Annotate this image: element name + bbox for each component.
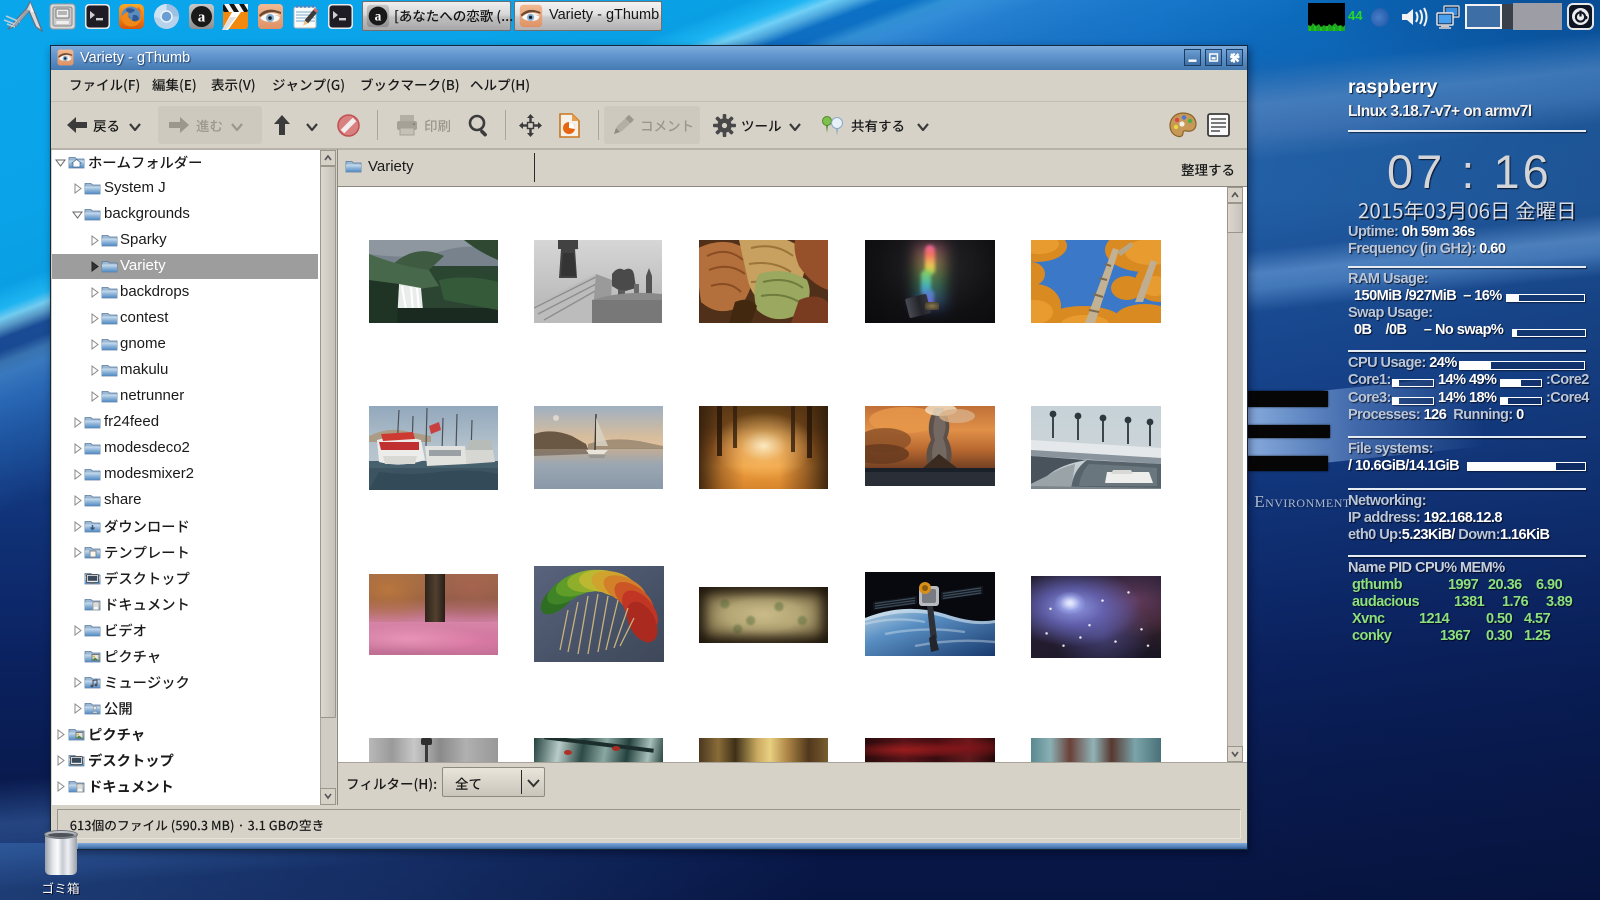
svg-text:a: a [198, 10, 206, 26]
svg-text:a: a [375, 8, 382, 23]
